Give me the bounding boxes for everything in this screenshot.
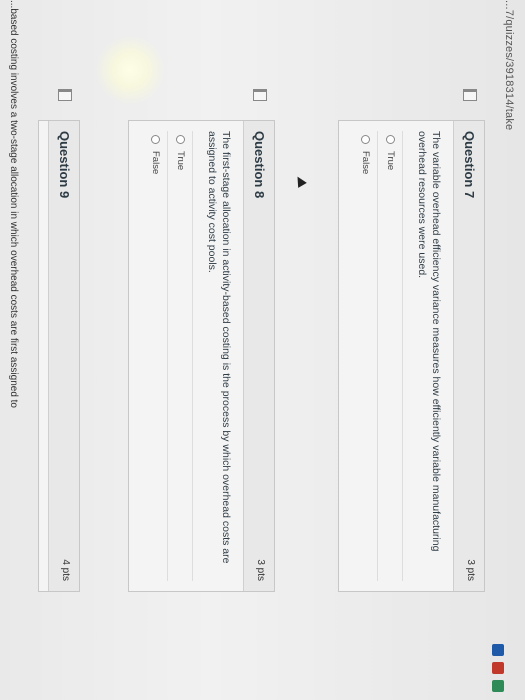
question-text: The first-stage allocation in activity-b… [206, 131, 232, 564]
question-header: Question 7 3 pts [453, 89, 484, 591]
answer-option-false[interactable]: False [353, 131, 378, 581]
answer-option-true[interactable]: True [378, 131, 403, 581]
question-points: 3 pts [465, 559, 476, 581]
answer-option-true[interactable]: True [168, 131, 193, 581]
monitor-photo: ...7/quizzes/3918314/take Question 7 3 p… [0, 0, 525, 700]
question-header: Question 9 4 pts [48, 89, 79, 591]
answer-label: True [175, 151, 186, 171]
question-text: ...based costing involves a two-stage al… [8, 0, 19, 408]
radio-button[interactable] [386, 135, 395, 144]
taskbar-app-icon[interactable] [492, 662, 504, 674]
flag-question-icon[interactable] [253, 89, 267, 101]
question-text: The variable overhead efficiency varianc… [416, 131, 442, 552]
answer-label: False [150, 151, 161, 175]
answer-option-false[interactable]: False [143, 131, 168, 581]
flag-question-icon[interactable] [58, 89, 72, 101]
question-points: 4 pts [60, 559, 71, 581]
taskbar-app-icon[interactable] [492, 644, 504, 656]
answer-label: False [360, 151, 371, 175]
radio-button[interactable] [151, 135, 160, 144]
question-header: Question 8 3 pts [243, 89, 274, 591]
question-card-9: Question 9 4 pts [38, 89, 80, 592]
flag-question-icon[interactable] [463, 89, 477, 101]
question-body: The first-stage allocation in activity-b… [129, 121, 243, 591]
answer-label: True [385, 151, 396, 171]
radio-button[interactable] [361, 135, 370, 144]
question-title: Question 7 [462, 131, 477, 199]
taskbar-app-icon[interactable] [492, 680, 504, 692]
radio-button[interactable] [176, 135, 185, 144]
question-card-8: Question 8 3 pts The first-stage allocat… [128, 89, 275, 592]
question-card-7: Question 7 3 pts The variable overhead e… [338, 89, 485, 592]
question-body: The variable overhead efficiency varianc… [339, 121, 453, 591]
taskbar-icons [490, 640, 518, 696]
address-bar-url[interactable]: ...7/quizzes/3918314/take [495, 0, 515, 700]
question-title: Question 9 [57, 131, 72, 199]
question-title: Question 8 [252, 131, 267, 199]
question-points: 3 pts [255, 559, 266, 581]
quiz-page: ...7/quizzes/3918314/take Question 7 3 p… [0, 0, 525, 700]
